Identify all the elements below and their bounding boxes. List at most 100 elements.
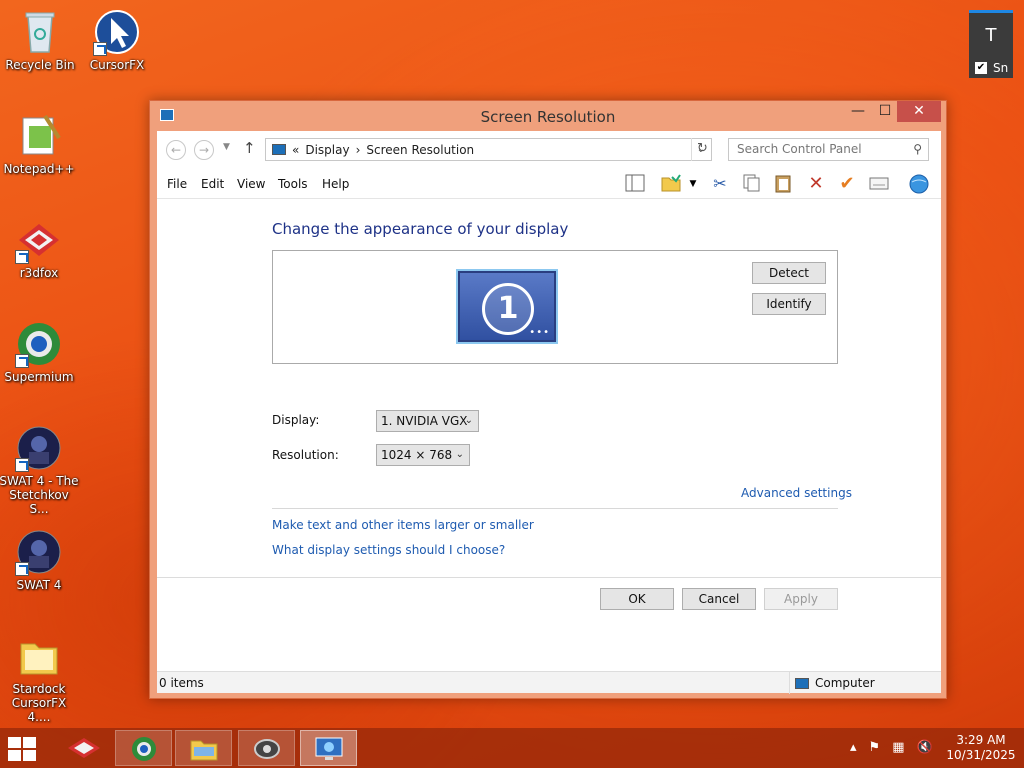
apply-button: Apply [764,588,838,610]
breadcrumb-overflow[interactable]: « [292,143,299,157]
menu-edit[interactable]: Edit [201,177,224,191]
identify-button[interactable]: Identify [752,293,826,315]
volume-muted-icon[interactable]: 🔇 [916,740,932,755]
status-zone: Computer [795,676,875,690]
monitor-dots-icon: ••• [529,327,550,338]
display-settings-help-link[interactable]: What display settings should I choose? [272,543,505,557]
checkbox-checked-icon: ✔ [975,62,987,74]
display-select[interactable]: 1. NVIDIA VGX ⌄ [376,410,479,432]
taskbar-r3dfox-icon[interactable] [55,730,112,766]
menu-bar: File Edit View Tools Help ▼ ✂ ✕ ✔ [157,167,941,199]
search-icon: ⚲ [913,142,922,156]
status-bar: 0 items Computer [157,671,941,694]
menu-view[interactable]: View [237,177,265,191]
properties-check-icon[interactable]: ✔ [835,173,859,195]
folder-options-icon[interactable] [659,173,683,195]
cut-icon[interactable]: ✂ [708,173,732,195]
detect-button[interactable]: Detect [752,262,826,284]
taskbar-cursorfx-icon[interactable] [238,730,295,766]
window-title: Screen Resolution [480,108,616,126]
menu-file[interactable]: File [167,177,187,191]
system-tray: ▴ ⚑ ▦ 🔇 [850,740,933,755]
tray-overflow-chevron-icon[interactable]: ▴ [850,740,857,755]
chevron-down-icon: ⌄ [455,449,464,460]
back-arrow-icon[interactable]: ← [166,140,186,160]
desktop-icon-label: Supermium [4,370,74,384]
taskbar-file-explorer-icon[interactable] [175,730,232,766]
shortcut-arrow-icon [15,458,29,472]
shortcut-arrow-icon [15,562,29,576]
desktop-icon-notepadpp[interactable]: Notepad++ [0,112,79,176]
copy-icon[interactable] [739,173,763,195]
taskbar-clock[interactable]: 3:29 AM 10/31/2025 [946,733,1016,763]
email-icon[interactable] [867,173,891,195]
address-bar[interactable]: « Display › Screen Resolution ⌄ [265,138,712,161]
computer-icon [795,677,809,689]
taskbar-supermium-icon[interactable] [115,730,172,766]
internet-globe-icon[interactable] [907,173,931,195]
close-button[interactable]: ✕ [897,101,941,122]
breadcrumb-separator-icon[interactable]: › [356,143,361,157]
search-placeholder: Search Control Panel [737,142,862,156]
layout-pane-icon[interactable] [623,173,647,195]
folder-icon [15,632,63,680]
desktop-icon-recycle-bin[interactable]: Recycle Bin [0,8,80,72]
desktop-icon-label: SWAT 4 [16,578,62,592]
maximize-button[interactable]: ☐ [870,101,900,122]
minimize-button[interactable]: — [843,101,873,122]
monitor-1-tile[interactable]: 1 ••• [456,269,558,344]
desktop-icon-r3dfox[interactable]: r3dfox [0,216,79,280]
refresh-icon[interactable]: ↻ [691,138,713,161]
paste-icon[interactable] [771,173,795,195]
shortcut-arrow-icon [93,42,107,56]
search-input[interactable]: Search Control Panel ⚲ [728,138,929,161]
desktop-icon-swat4[interactable]: SWAT 4 [0,528,79,592]
menu-help[interactable]: Help [322,177,349,191]
sidebar-gadget[interactable]: T ✔ Sn [969,10,1013,78]
status-zone-label: Computer [815,676,875,690]
text-size-link[interactable]: Make text and other items larger or smal… [272,518,534,532]
desktop-icon-label: Stardock CursorFX 4.... [11,682,67,724]
desktop-icon-cursorfx[interactable]: CursorFX [77,8,157,72]
desktop-icon-stardock-cursorfx[interactable]: Stardock CursorFX 4.... [0,632,79,724]
supermium-icon [15,320,63,368]
content-area: Change the appearance of your display 1 … [157,200,941,576]
desktop-icon-swat4-stetchkov[interactable]: SWAT 4 - The Stetchkov S... [0,424,79,516]
up-arrow-icon[interactable]: ↑ [243,139,256,157]
title-bar[interactable]: Screen Resolution — ☐ ✕ [150,101,946,131]
delete-icon[interactable]: ✕ [804,173,828,195]
section-divider [272,508,838,509]
gadget-checkbox[interactable]: ✔ Sn [975,61,1008,75]
resolution-label: Resolution: [272,448,339,462]
swat4-icon [15,528,63,576]
desktop-icon-supermium[interactable]: Supermium [0,320,79,384]
ok-button[interactable]: OK [600,588,674,610]
r3dfox-icon [15,216,63,264]
cancel-button[interactable]: Cancel [682,588,756,610]
clock-date: 10/31/2025 [946,748,1016,762]
recycle-bin-icon [16,8,64,56]
status-item-count: 0 items [159,676,204,690]
address-row: ← → ▼ ↑ « Display › Screen Resolution ⌄ … [157,131,941,167]
action-center-flag-icon[interactable]: ⚑ [869,740,881,755]
menu-tools[interactable]: Tools [278,177,308,191]
control-panel-icon [272,144,286,155]
taskbar-screen-resolution-icon[interactable] [300,730,357,766]
button-row-divider [157,577,941,578]
forward-arrow-icon[interactable]: → [194,140,214,160]
network-icon[interactable]: ▦ [892,740,904,755]
advanced-settings-link[interactable]: Advanced settings [741,486,852,500]
monitor-number-badge: 1 [482,283,534,335]
taskbar: ▴ ⚑ ▦ 🔇 3:29 AM 10/31/2025 [0,728,1024,768]
desktop-icon-label: Notepad++ [3,162,75,176]
start-windows-icon[interactable] [8,737,38,761]
page-heading: Change the appearance of your display [272,220,569,238]
folder-options-chevron-icon[interactable]: ▼ [686,173,700,195]
chevron-down-icon: ⌄ [464,415,473,426]
gadget-checkbox-label: Sn [993,61,1009,75]
breadcrumb-display[interactable]: Display [305,143,349,157]
resolution-select[interactable]: 1024 × 768 ⌄ [376,444,470,466]
desktop-icon-label: Recycle Bin [5,58,75,72]
recent-locations-chevron-icon[interactable]: ▼ [223,142,230,152]
breadcrumb-screen-resolution[interactable]: Screen Resolution [366,143,474,157]
